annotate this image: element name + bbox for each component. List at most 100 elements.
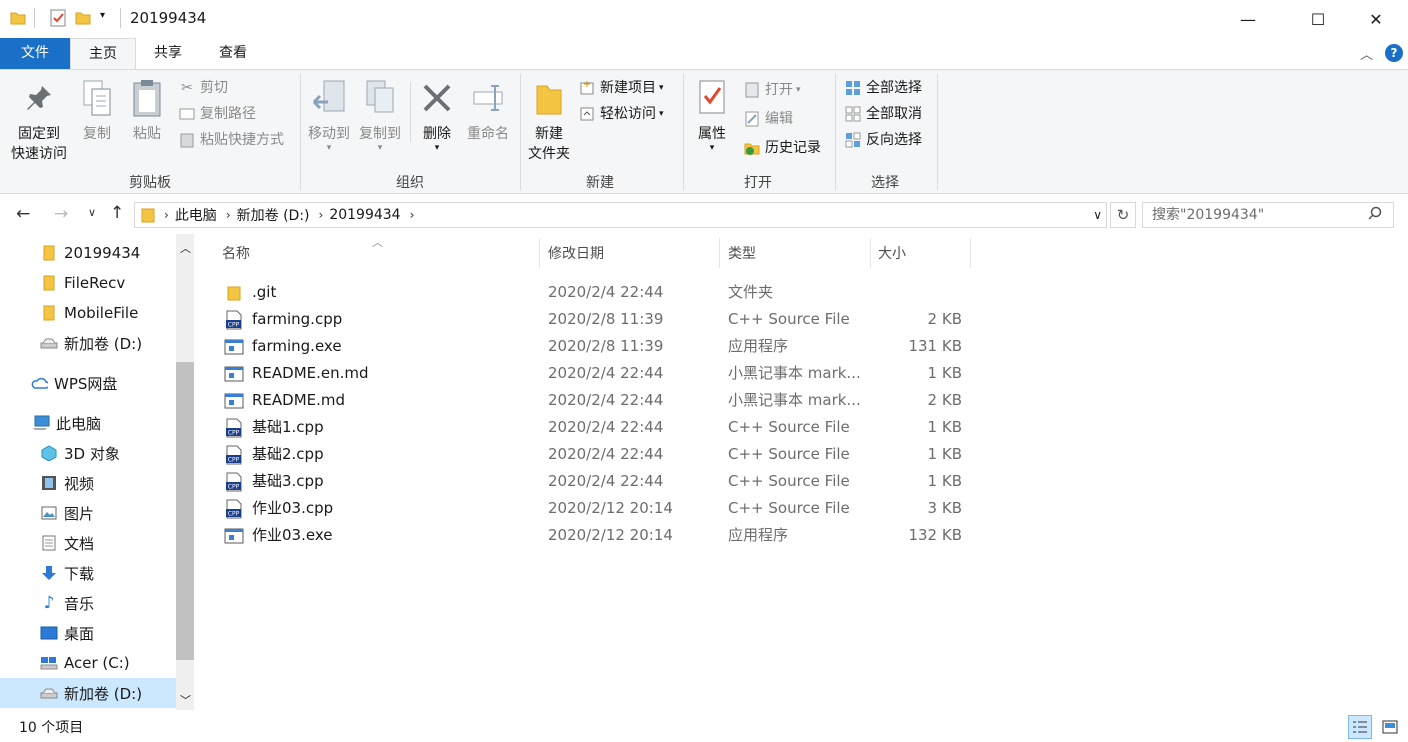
file-row[interactable]: CPP farming.cpp 2020/2/8 11:39 C++ Source F…: [216, 306, 976, 333]
nav-item-downloads[interactable]: 下载: [40, 559, 94, 587]
file-row[interactable]: CPP 基础3.cpp 2020/2/4 22:44 C++ Source File 1…: [216, 468, 976, 495]
chevron-right-icon: ›: [318, 208, 324, 222]
forward-icon[interactable]: →: [54, 204, 68, 224]
file-row[interactable]: README.en.md 2020/2/4 22:44 小黑记事本 mark... 1…: [216, 360, 976, 387]
file-name-cell[interactable]: 作业03.exe: [224, 522, 332, 549]
back-icon[interactable]: ←: [16, 204, 30, 224]
quick-access-dropdown-icon[interactable]: ▾: [100, 10, 105, 21]
minimize-button[interactable]: —: [1225, 0, 1271, 38]
column-separator[interactable]: [539, 238, 540, 268]
copy-to-button[interactable]: 复制到 ▾: [354, 76, 406, 153]
file-name-cell[interactable]: .git: [224, 279, 276, 306]
select-none-button[interactable]: 全部取消: [844, 102, 922, 126]
file-size: 2 KB: [927, 391, 962, 409]
file-name-cell[interactable]: farming.exe: [224, 333, 342, 360]
close-icon: ✕: [1369, 9, 1383, 29]
new-item-button[interactable]: 新建项目 ▾: [578, 76, 664, 100]
nav-item-mobilefile[interactable]: MobileFile: [40, 299, 138, 327]
invert-selection-button[interactable]: 反向选择: [844, 128, 922, 152]
select-none-label: 全部取消: [866, 106, 922, 122]
column-header-type[interactable]: 类型: [728, 242, 756, 272]
file-row[interactable]: CPP 基础1.cpp 2020/2/4 22:44 C++ Source File 1…: [216, 414, 976, 441]
details-view-icon[interactable]: [1348, 715, 1372, 739]
tab-view[interactable]: 查看: [200, 38, 266, 69]
nav-item-20199434[interactable]: 20199434: [40, 239, 140, 267]
refresh-icon[interactable]: ↻: [1110, 202, 1136, 228]
file-row[interactable]: .git 2020/2/4 22:44 文件夹: [216, 279, 976, 306]
nav-item-filerecv[interactable]: FileRecv: [40, 269, 125, 297]
file-name-cell[interactable]: CPP 作业03.cpp: [224, 495, 333, 522]
scroll-up-icon[interactable]: ︿: [180, 240, 191, 256]
nav-item-wps-cloud[interactable]: WPS网盘: [30, 369, 117, 397]
help-icon[interactable]: ?: [1385, 44, 1403, 62]
nav-item-drive-c[interactable]: Acer (C:): [40, 649, 130, 677]
select-all-button[interactable]: 全部选择: [844, 76, 922, 100]
column-separator[interactable]: [970, 238, 971, 268]
nav-item-videos[interactable]: 视频: [40, 469, 94, 497]
breadcrumb-folder[interactable]: 20199434: [329, 207, 400, 223]
nav-item-desktop[interactable]: 桌面: [40, 619, 94, 647]
file-type: C++ Source File: [728, 418, 850, 436]
file-row[interactable]: CPP 作业03.cpp 2020/2/12 20:14 C++ Source Fil…: [216, 495, 976, 522]
nav-item-documents[interactable]: 文档: [40, 529, 94, 557]
tab-file[interactable]: 文件: [0, 38, 70, 69]
file-name-cell[interactable]: README.md: [224, 387, 345, 414]
column-separator[interactable]: [870, 238, 871, 268]
easy-access-button[interactable]: 轻松访问 ▾: [578, 102, 664, 126]
address-dropdown-icon[interactable]: ∨: [1093, 208, 1102, 222]
new-item-label: 新建项目: [600, 80, 656, 96]
cut-button[interactable]: ✂ 剪切: [178, 76, 228, 100]
breadcrumb-drive-d[interactable]: 新加卷 (D:): [237, 205, 310, 225]
nav-item-drive-d-pinned[interactable]: 新加卷 (D:): [40, 329, 142, 357]
column-header-size[interactable]: 大小: [878, 242, 906, 272]
collapse-ribbon-icon[interactable]: ︿: [1360, 44, 1373, 63]
scroll-down-icon[interactable]: ﹀: [180, 692, 191, 708]
edit-button[interactable]: 编辑: [743, 107, 793, 131]
up-icon[interactable]: ↑: [110, 203, 124, 223]
file-row[interactable]: farming.exe 2020/2/8 11:39 应用程序 131 KB: [216, 333, 976, 360]
address-bar[interactable]: › 此电脑 › 新加卷 (D:) › 20199434 › ∨: [134, 202, 1107, 228]
large-icons-view-icon[interactable]: [1378, 715, 1402, 739]
nav-item-drive-d[interactable]: 新加卷 (D:): [40, 679, 142, 707]
move-to-button[interactable]: 移动到 ▾: [304, 76, 354, 153]
nav-label: 此电脑: [56, 414, 102, 433]
search-input[interactable]: 搜索"20199434": [1142, 202, 1394, 228]
new-folder-icon[interactable]: [75, 10, 91, 30]
column-header-name[interactable]: 名称: [222, 242, 250, 272]
nav-item-pictures[interactable]: 图片: [40, 499, 94, 527]
nav-item-3d-objects[interactable]: 3D 对象: [40, 439, 120, 467]
nav-scrollbar-thumb[interactable]: [176, 362, 194, 660]
history-button[interactable]: 历史记录: [743, 136, 821, 160]
paste-shortcut-button[interactable]: 粘贴快捷方式: [178, 128, 284, 152]
tab-home[interactable]: 主页: [70, 38, 136, 69]
file-row[interactable]: CPP 基础2.cpp 2020/2/4 22:44 C++ Source File 1…: [216, 441, 976, 468]
nav-item-music[interactable]: ♪ 音乐: [40, 589, 94, 617]
properties-button[interactable]: 属性 ▾: [690, 76, 734, 153]
tab-share[interactable]: 共享: [136, 38, 200, 69]
file-row[interactable]: README.md 2020/2/4 22:44 小黑记事本 mark... 2 KB: [216, 387, 976, 414]
file-name-cell[interactable]: CPP 基础3.cpp: [224, 468, 324, 495]
rename-button[interactable]: 重命名: [462, 76, 514, 144]
nav-item-this-pc[interactable]: 此电脑: [32, 409, 101, 437]
file-name-cell[interactable]: CPP 基础2.cpp: [224, 441, 324, 468]
file-row[interactable]: 作业03.exe 2020/2/12 20:14 应用程序 132 KB: [216, 522, 976, 549]
copy-button[interactable]: 复制: [74, 76, 120, 144]
delete-button[interactable]: 删除 ▾: [416, 76, 458, 153]
file-name: 作业03.exe: [252, 526, 333, 544]
copy-path-button[interactable]: 复制路径: [178, 102, 256, 126]
breadcrumb-this-pc[interactable]: 此电脑: [175, 205, 217, 225]
paste-button[interactable]: 粘贴: [124, 76, 170, 144]
open-button[interactable]: 打开 ▾: [743, 78, 801, 102]
maximize-button[interactable]: ☐: [1295, 0, 1341, 38]
column-separator[interactable]: [719, 238, 720, 268]
column-header-date[interactable]: 修改日期: [548, 242, 604, 272]
properties-icon[interactable]: [49, 9, 67, 31]
move-to-icon: [311, 76, 347, 120]
file-name-cell[interactable]: CPP 基础1.cpp: [224, 414, 324, 441]
file-name-cell[interactable]: CPP farming.cpp: [224, 306, 342, 333]
close-button[interactable]: ✕: [1353, 0, 1399, 38]
pin-to-quick-access-button[interactable]: 固定到 快速访问: [6, 76, 72, 164]
recent-locations-icon[interactable]: ∨: [88, 206, 96, 219]
file-name-cell[interactable]: README.en.md: [224, 360, 369, 387]
new-folder-button[interactable]: 新建 文件夹: [524, 76, 574, 164]
